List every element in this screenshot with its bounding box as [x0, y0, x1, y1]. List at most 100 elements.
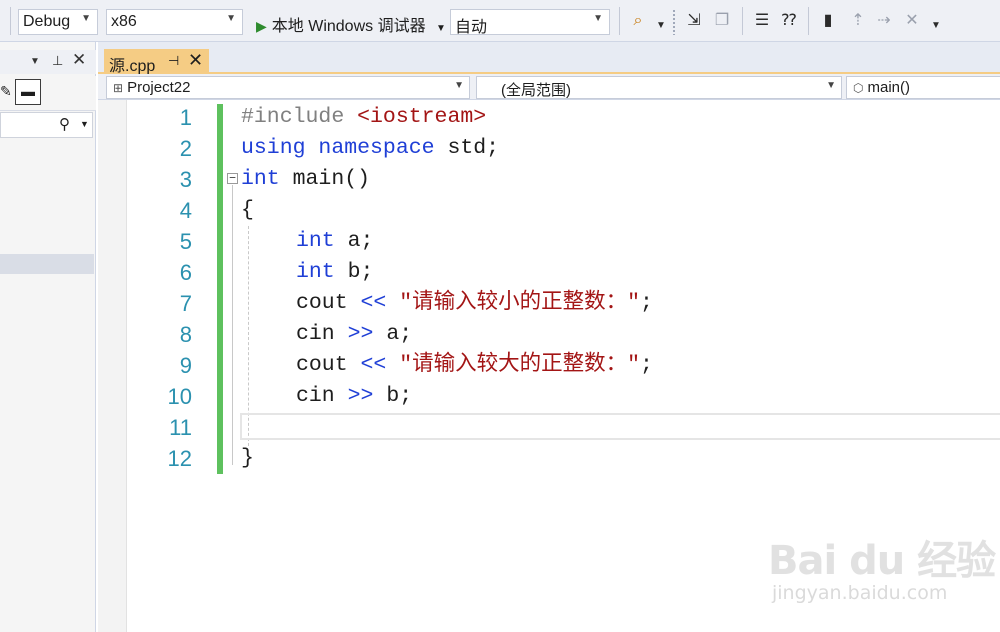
code-line-6[interactable]: int b;: [296, 257, 373, 288]
comment-lines-icon[interactable]: ⁇: [779, 11, 799, 31]
line-number: 11: [169, 415, 192, 440]
baidu-watermark: Bai du 经验 jingyan.baidu.com: [768, 520, 1000, 620]
close-icon[interactable]: ✕: [72, 50, 86, 70]
platform-value: x86: [111, 13, 137, 30]
search-icon: ⚲: [59, 116, 70, 133]
find-in-files-icon[interactable]: ⌕: [628, 11, 648, 31]
chevron-down-icon: ▼: [226, 13, 236, 24]
operator: >>: [347, 384, 374, 408]
watermark-logo-text: Bai du 经验: [768, 538, 996, 584]
toolbar: Debug ▼ x86 ▼ ▶ 本地 Windows 调试器 ▼ 自动 ▼ ⌕ ▼…: [0, 0, 1000, 42]
toolbar-grip[interactable]: [672, 9, 676, 35]
code-text: a;: [373, 322, 413, 346]
function-cube-icon: ⬡: [853, 81, 864, 95]
line-number: 1: [179, 105, 192, 130]
code-text: a;: [334, 229, 374, 253]
code-text: std;: [434, 136, 500, 160]
watermark-url: jingyan.baidu.com: [772, 582, 948, 604]
fold-region-line: [232, 185, 233, 465]
clear-bookmarks-icon[interactable]: ✕: [902, 11, 922, 31]
toolbar-separator: [619, 7, 620, 35]
code-line-8[interactable]: cin >> a;: [296, 319, 412, 350]
include-target: <iostream>: [357, 105, 487, 129]
debugger-mode-dropdown[interactable]: 自动 ▼: [450, 9, 610, 35]
code-line-12[interactable]: }: [241, 443, 254, 474]
code-text: {: [241, 198, 254, 222]
code-line-5[interactable]: int a;: [296, 226, 373, 257]
project-icon: ⊞: [113, 81, 124, 95]
code-line-9[interactable]: cout << "请输入较大的正整数：";: [296, 350, 653, 381]
line-number: 7: [179, 291, 192, 316]
indent-lines-icon[interactable]: ☰: [752, 11, 772, 31]
member-dropdown[interactable]: ⬡ main(): [846, 76, 1000, 99]
chevron-down-icon: ▼: [593, 13, 603, 24]
chevron-down-icon[interactable]: ▼: [30, 56, 40, 67]
keyword: namespace: [318, 136, 435, 160]
keyword: int: [241, 167, 280, 191]
wrench-icon[interactable]: ✎: [0, 83, 12, 100]
next-bookmark-icon[interactable]: ⇢: [874, 11, 894, 31]
chevron-down-icon[interactable]: ▼: [80, 119, 89, 129]
toolbar-separator: [808, 7, 809, 35]
code-text: ;: [640, 353, 653, 377]
editor-glyph-margin[interactable]: [98, 100, 127, 632]
side-panel-title-bar: ▼ ⊥ ✕: [0, 50, 96, 74]
chevron-down-icon: ▼: [436, 23, 446, 34]
code-text: b;: [334, 260, 374, 284]
play-icon: ▶: [256, 18, 267, 34]
code-text: cin: [296, 384, 348, 408]
code-line-4[interactable]: {: [241, 195, 254, 226]
keyword: int: [296, 260, 335, 284]
code-line-7[interactable]: cout << "请输入较小的正整数：";: [296, 288, 653, 319]
tab-label: 源.cpp: [109, 58, 156, 75]
change-tracking-bar: [217, 104, 223, 474]
clone-window-icon[interactable]: ❐: [712, 11, 732, 31]
code-text: main(): [279, 167, 371, 191]
current-line-highlight: [240, 413, 1000, 440]
tab-source-file[interactable]: 源.cpp ⊣ ✕: [104, 49, 209, 75]
close-icon[interactable]: ✕: [188, 50, 203, 71]
collapse-icon[interactable]: ▬: [15, 79, 41, 105]
side-panel-search-input[interactable]: ⚲ ▼: [0, 112, 93, 138]
project-dropdown[interactable]: ⊞ Project22 ▼: [106, 76, 470, 99]
pin-icon[interactable]: ⊣: [168, 53, 179, 69]
code-text: cout: [296, 291, 361, 315]
step-into-icon[interactable]: ⇲: [684, 11, 704, 31]
chevron-down-icon: ▼: [826, 80, 836, 91]
code-text: ;: [640, 291, 653, 315]
platform-dropdown[interactable]: x86 ▼: [106, 9, 243, 35]
previous-bookmark-icon[interactable]: ⇡: [848, 11, 868, 31]
side-panel-selected-row[interactable]: [0, 254, 94, 274]
toolbar-separator: [10, 7, 11, 35]
preprocessor-directive: #include: [241, 105, 358, 129]
toolbar-overflow-icon[interactable]: ▼: [926, 16, 946, 36]
operator: >>: [347, 322, 374, 346]
string-literal: "请输入较大的正整数：": [399, 353, 641, 377]
collapse-region-icon[interactable]: −: [227, 172, 238, 184]
configuration-dropdown[interactable]: Debug ▼: [18, 9, 98, 35]
bookmark-icon[interactable]: ▮: [818, 11, 838, 31]
line-number: 3: [179, 167, 192, 192]
scope-dropdown[interactable]: (全局范围) ▼: [476, 76, 842, 99]
code-line-3[interactable]: int main(): [241, 164, 370, 195]
scope-value: (全局范围): [501, 82, 571, 99]
chevron-down-icon[interactable]: ▼: [651, 16, 671, 36]
configuration-value: Debug: [23, 13, 71, 30]
keyword: using: [241, 136, 306, 160]
code-text: }: [241, 446, 254, 470]
document-tab-strip: [98, 42, 1000, 74]
line-number: 4: [179, 198, 192, 223]
code-line-2[interactable]: using namespace std;: [241, 133, 499, 164]
keyword: int: [296, 229, 335, 253]
debugger-label: 本地 Windows 调试器: [271, 18, 426, 35]
code-line-10[interactable]: cin >> b;: [296, 381, 412, 412]
operator: <<: [360, 353, 387, 377]
code-line-1[interactable]: #include <iostream>: [241, 102, 486, 133]
pin-icon[interactable]: ⊥: [52, 53, 63, 69]
side-panel: ▼ ⊥ ✕ ✎ ▬ ⚲ ▼: [0, 42, 96, 632]
start-debugging-button[interactable]: ▶ 本地 Windows 调试器 ▼: [256, 8, 446, 36]
toolbar-separator: [742, 7, 743, 35]
operator: <<: [360, 291, 387, 315]
line-number: 8: [179, 322, 192, 347]
side-panel-toolbar: ✎ ▬: [0, 76, 96, 111]
